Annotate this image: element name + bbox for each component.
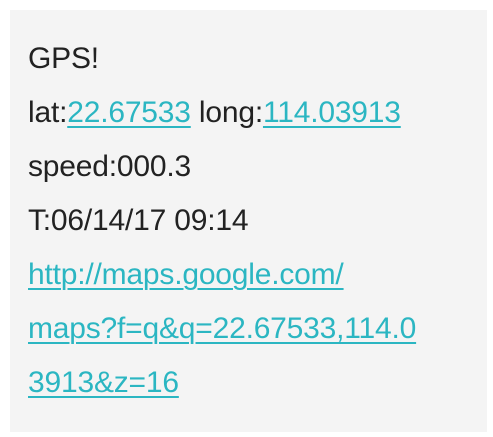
coordinates-line: lat:22.67533 long:114.03913 (28, 86, 478, 140)
timestamp-text: T:06/14/17 09:14 (28, 204, 249, 237)
message-bubble: GPS! lat:22.67533 long:114.03913 speed:0… (10, 10, 487, 432)
maps-url-link-part1[interactable]: http://maps.google.com/ (28, 248, 478, 302)
lat-label: lat: (28, 96, 68, 129)
maps-url-link-part3[interactable]: 3913&z=16 (28, 356, 478, 410)
speed-text: speed:000.3 (28, 150, 191, 183)
message-header: GPS! (28, 42, 99, 75)
sms-message-body: GPS! lat:22.67533 long:114.03913 speed:0… (28, 32, 478, 410)
lat-link[interactable]: 22.67533 (67, 96, 191, 129)
maps-url-link-part2[interactable]: maps?f=q&q=22.67533,114.0 (28, 302, 478, 356)
long-link[interactable]: 114.03913 (263, 96, 401, 129)
long-label: long: (190, 96, 263, 129)
